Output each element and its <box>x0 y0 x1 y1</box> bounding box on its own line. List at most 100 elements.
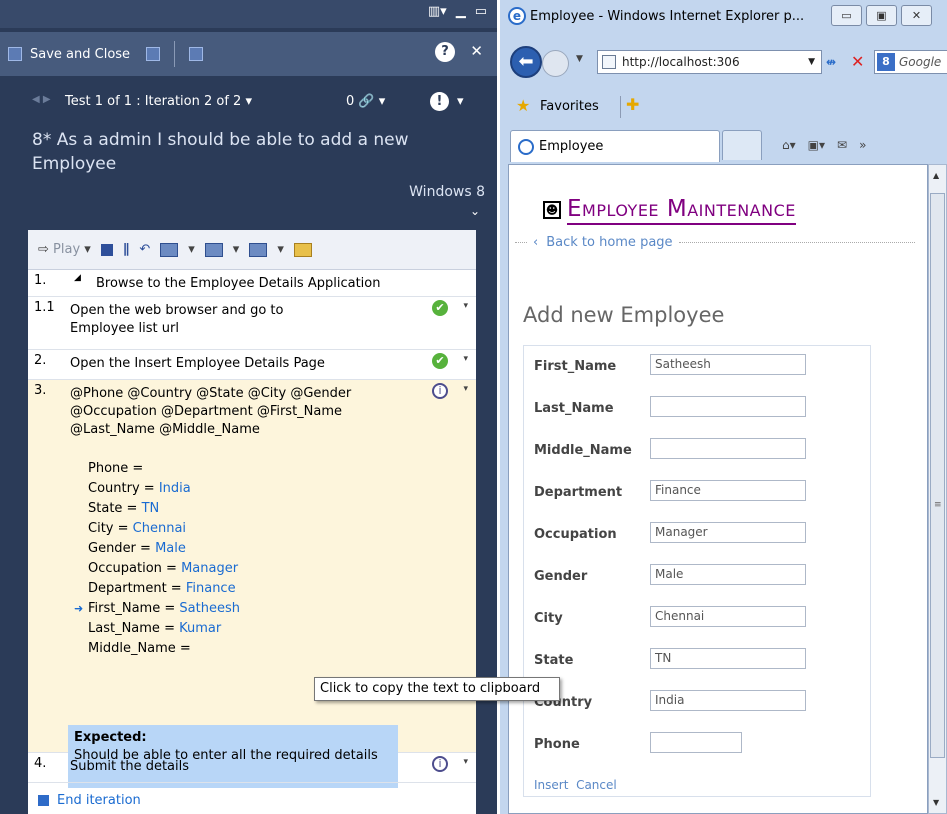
restore-button[interactable]: ▣ <box>866 5 897 26</box>
save-and-close-button[interactable]: Save and Close <box>8 46 161 62</box>
step-number: 3. <box>34 383 47 398</box>
param-name: City = <box>88 521 129 536</box>
chevron-down-icon[interactable]: ⌄ <box>470 204 480 218</box>
screenshot-icon[interactable] <box>249 242 268 257</box>
screen-clipping-icon[interactable] <box>189 47 204 61</box>
department-field[interactable]: Finance <box>650 480 806 501</box>
test-case-title: 8* As a admin I should be able to add a … <box>32 130 409 174</box>
parameter-row[interactable]: ➜ First_Name = Satheesh <box>74 599 240 619</box>
record-icon[interactable] <box>160 242 179 257</box>
note-icon[interactable] <box>293 242 312 257</box>
iteration-bar: ◀ ▶ Test 1 of 1 : Iteration 2 of 2 ▾ 0 🔗… <box>0 90 497 116</box>
close-icon[interactable]: ✕ <box>470 42 483 60</box>
scrollbar-thumb[interactable]: ≡ <box>930 193 945 758</box>
step-row[interactable]: 1. ◢ Browse to the Employee Details Appl… <box>28 270 476 297</box>
minimize-button[interactable]: ▭ <box>831 5 862 26</box>
country-field[interactable]: India <box>650 690 806 711</box>
layout-icon[interactable]: ▥▾ <box>428 4 447 19</box>
scroll-up-icon[interactable]: ▲ <box>933 171 939 180</box>
chevron-down-icon[interactable]: ▾ <box>463 757 468 767</box>
step-row[interactable]: 4. Submit the details i ▾ <box>28 753 476 783</box>
pass-icon[interactable]: ✔ <box>432 300 448 316</box>
recent-pages-dropdown[interactable]: ▼ <box>576 54 583 64</box>
browser-window-title: Employee - Windows Internet Explorer p..… <box>530 9 805 24</box>
step-row[interactable]: 2. Open the Insert Employee Details Page… <box>28 350 476 380</box>
play-label: Play <box>53 242 81 257</box>
employee-form: First_Name Satheesh Last_Name Middle_Name… <box>523 345 871 797</box>
first-name-field[interactable]: Satheesh <box>650 354 806 375</box>
end-iteration-link[interactable]: End iteration <box>38 793 141 808</box>
save-and-close-label: Save and Close <box>30 46 131 62</box>
cancel-link[interactable]: Cancel <box>576 778 617 792</box>
employee-logo-icon: ☻ <box>543 201 561 219</box>
stop-icon[interactable] <box>100 243 113 256</box>
favorites-star-icon[interactable]: ★ <box>516 96 530 115</box>
back-button[interactable]: ⬅ <box>510 46 542 78</box>
mail-icon[interactable]: ✉ <box>837 138 847 152</box>
new-tab-button[interactable] <box>722 130 762 160</box>
save-close-icon <box>8 47 22 61</box>
collapse-triangle-icon[interactable]: ◢ <box>74 273 81 283</box>
tab-employee[interactable]: Employee <box>510 130 720 162</box>
chevron-down-icon[interactable]: ▼ <box>808 57 815 67</box>
home-icon[interactable]: ⌂▾ <box>782 138 796 152</box>
attachment-count: 0 <box>346 94 355 109</box>
camera-icon[interactable] <box>204 242 223 257</box>
forward-button[interactable] <box>542 50 569 77</box>
pass-icon[interactable]: ✔ <box>432 353 448 369</box>
play-toolbar: ⇨ Play ▾ ∥ ↶ ▾ ▾ ▾ <box>28 230 476 270</box>
add-favorite-icon[interactable]: ✚ <box>626 95 639 114</box>
occupation-field[interactable]: Manager <box>650 522 806 543</box>
screen: ▥▾ ▁ ▭ Save and Close ? ✕ ◀ ▶ Test 1 of … <box>0 0 947 814</box>
undo-icon[interactable]: ↶ <box>139 242 150 257</box>
last-name-field[interactable] <box>650 396 806 417</box>
play-button[interactable]: ⇨ Play ▾ <box>38 242 91 257</box>
scroll-down-icon[interactable]: ▼ <box>933 798 939 807</box>
step-row[interactable]: 1.1 Open the web browser and go to Emplo… <box>28 297 476 350</box>
close-button[interactable]: ✕ <box>901 5 932 26</box>
address-bar[interactable]: http://localhost:306 ▼ <box>597 50 822 74</box>
result-options[interactable]: ! ▾ <box>430 92 464 111</box>
param-value: Male <box>155 541 186 556</box>
favorites-button[interactable]: Favorites <box>540 99 599 114</box>
feeds-icon[interactable]: ▣▾ <box>808 138 825 152</box>
test-runner-toolbar: Save and Close ? ✕ <box>0 32 497 76</box>
param-name: Middle_Name = <box>88 641 191 656</box>
command-bar: ⌂▾ ▣▾ ✉ » <box>782 138 866 152</box>
chevron-down-icon[interactable]: ▾ <box>463 301 468 311</box>
chevron-down-icon[interactable]: ▾ <box>463 354 468 364</box>
gender-field[interactable]: Male <box>650 564 806 585</box>
search-box[interactable]: 8 Google <box>874 50 947 74</box>
form-row: Occupation Manager <box>524 514 870 556</box>
not-run-icon[interactable]: i <box>432 756 448 772</box>
refresh-button[interactable]: ↮ <box>826 55 836 69</box>
address-text: http://localhost:306 <box>622 55 740 69</box>
middle-name-field[interactable] <box>650 438 806 459</box>
city-field[interactable]: Chennai <box>650 606 806 627</box>
test-runner-window-buttons: ▥▾ ▁ ▭ <box>428 4 487 19</box>
expected-label: Expected: <box>74 730 147 745</box>
current-parameter-arrow-icon: ➜ <box>74 602 84 615</box>
phone-field[interactable] <box>650 732 742 753</box>
help-icon[interactable]: ? <box>435 42 455 62</box>
minimize-icon[interactable]: ▁ <box>456 4 466 19</box>
pause-icon[interactable]: ∥ <box>123 242 130 257</box>
param-value[interactable]: Satheesh <box>179 601 240 616</box>
insert-link[interactable]: Insert <box>534 778 568 792</box>
favorites-bar: ★ Favorites ✚ <box>500 92 947 122</box>
maximize-icon[interactable]: ▭ <box>475 4 487 19</box>
iteration-nav-arrows-icon[interactable]: ◀ ▶ <box>32 94 51 105</box>
iteration-selector[interactable]: Test 1 of 1 : Iteration 2 of 2 ▾ <box>65 94 252 109</box>
back-to-home-link[interactable]: ‹ Back to home page <box>515 235 915 250</box>
param-name: Department = <box>88 581 182 596</box>
vertical-scrollbar[interactable]: ▲ ≡ ▼ <box>928 164 947 814</box>
save-icon[interactable] <box>146 47 161 61</box>
chevron-down-icon[interactable]: ▾ <box>463 384 468 394</box>
step-text: Browse to the Employee Details Applicati… <box>96 276 381 291</box>
state-field[interactable]: TN <box>650 648 806 669</box>
more-icon[interactable]: » <box>859 138 866 152</box>
stop-button[interactable]: ✕ <box>851 52 864 71</box>
not-run-icon[interactable]: i <box>432 383 448 399</box>
test-steps-list: 1. ◢ Browse to the Employee Details Appl… <box>28 270 476 814</box>
attachment-button[interactable]: 0 🔗 ▾ <box>346 94 385 109</box>
